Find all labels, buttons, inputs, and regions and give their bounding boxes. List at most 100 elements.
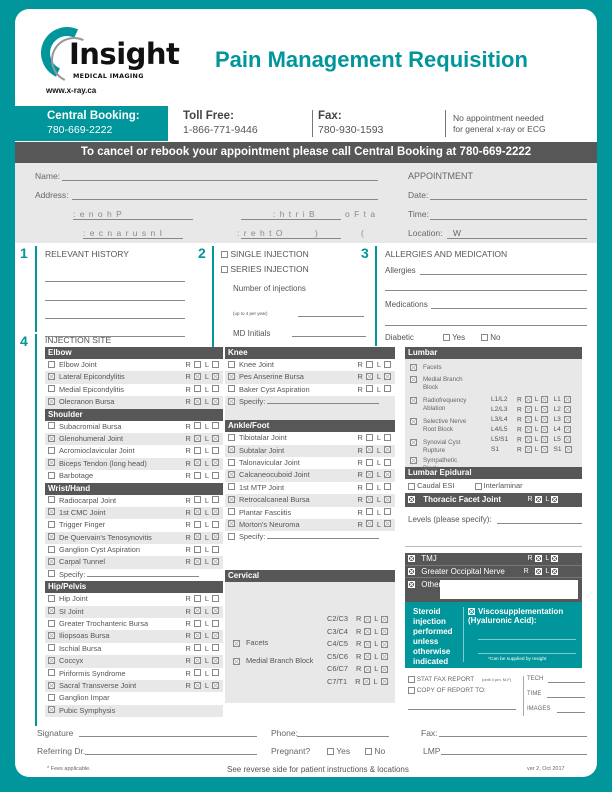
left-checkbox[interactable] bbox=[212, 508, 219, 516]
lumbar-option-checkbox[interactable] bbox=[410, 439, 417, 446]
right-checkbox[interactable] bbox=[365, 372, 373, 380]
right-checkbox[interactable] bbox=[193, 607, 201, 615]
lumbar-left-checkbox[interactable] bbox=[541, 436, 549, 443]
injection-site-row[interactable]: Lateral Epicondylitis R L bbox=[45, 371, 223, 384]
left-checkbox[interactable] bbox=[212, 397, 219, 405]
nerve-root-checkbox[interactable] bbox=[563, 416, 571, 423]
site-checkbox[interactable] bbox=[48, 631, 55, 639]
site-checkbox[interactable] bbox=[48, 706, 55, 714]
lumbar-option-checkbox[interactable] bbox=[410, 397, 417, 404]
signature-field[interactable] bbox=[79, 736, 257, 737]
left-checkbox[interactable] bbox=[384, 508, 391, 516]
site-checkbox[interactable] bbox=[228, 385, 235, 393]
injection-site-row[interactable]: De Quervain's Tenosynovitis R L bbox=[45, 531, 223, 545]
injection-site-row[interactable]: Ganglion Cyst Aspiration R L bbox=[45, 544, 223, 556]
left-checkbox[interactable] bbox=[384, 446, 391, 454]
interlaminar-checkbox[interactable] bbox=[474, 482, 482, 490]
medications-field[interactable] bbox=[431, 308, 587, 309]
cervical-left-checkbox[interactable] bbox=[381, 665, 389, 673]
left-checkbox[interactable] bbox=[384, 458, 391, 466]
left-checkbox[interactable] bbox=[212, 619, 219, 627]
right-checkbox[interactable] bbox=[365, 360, 373, 368]
visco-checkbox[interactable] bbox=[468, 608, 475, 616]
lumbar-option[interactable]: Facets bbox=[410, 364, 470, 372]
site-checkbox[interactable] bbox=[48, 471, 55, 479]
left-checkbox[interactable] bbox=[212, 533, 219, 541]
injection-site-row[interactable]: Calcaneocuboid Joint R L bbox=[225, 469, 395, 482]
left-checkbox[interactable] bbox=[212, 594, 219, 602]
injection-site-row[interactable]: Hip Joint R L bbox=[45, 593, 223, 605]
injection-site-row[interactable]: Baker Cyst Aspiration R L bbox=[225, 384, 395, 396]
site-checkbox[interactable] bbox=[228, 360, 235, 368]
left-checkbox[interactable] bbox=[384, 520, 391, 528]
cervical-right-checkbox[interactable] bbox=[364, 615, 372, 623]
left-checkbox[interactable] bbox=[384, 360, 391, 368]
images-field[interactable] bbox=[557, 712, 585, 713]
site-checkbox[interactable] bbox=[48, 681, 55, 689]
site-checkbox[interactable] bbox=[228, 520, 235, 528]
injection-site-row[interactable]: Sacral Transverse Joint R L bbox=[45, 679, 223, 693]
phone-field[interactable] bbox=[73, 219, 193, 220]
injection-site-row[interactable]: Subacromial Bursa R L bbox=[45, 421, 223, 433]
nerve-root-checkbox[interactable] bbox=[563, 426, 571, 433]
lumbar-right-checkbox[interactable] bbox=[524, 446, 532, 453]
pregnant-no-option[interactable]: No bbox=[365, 746, 385, 756]
left-checkbox[interactable] bbox=[212, 545, 219, 553]
left-checkbox[interactable] bbox=[212, 446, 219, 454]
injection-site-row[interactable]: Acromioclavicular Joint R L bbox=[45, 445, 223, 457]
lumbar-option[interactable]: Synovial Cyst Rupture bbox=[410, 439, 470, 455]
left-checkbox[interactable] bbox=[212, 385, 219, 393]
cervical-left-checkbox[interactable] bbox=[380, 678, 388, 686]
single-injection-checkbox[interactable] bbox=[221, 251, 228, 259]
left-checkbox[interactable] bbox=[384, 495, 391, 503]
left-checkbox[interactable] bbox=[212, 669, 219, 677]
right-checkbox[interactable] bbox=[193, 496, 201, 504]
right-checkbox[interactable] bbox=[193, 669, 201, 677]
lumbar-option[interactable]: Sympathetic Block bbox=[410, 457, 470, 473]
lumbar-left-checkbox[interactable] bbox=[541, 416, 549, 423]
right-checkbox[interactable] bbox=[365, 385, 373, 393]
specify-field[interactable] bbox=[267, 531, 380, 540]
cervical-right-checkbox[interactable] bbox=[364, 628, 372, 636]
other-input[interactable] bbox=[440, 580, 578, 599]
diabetic-yes-option[interactable]: Yes bbox=[443, 333, 465, 342]
right-checkbox[interactable] bbox=[365, 483, 373, 491]
right-checkbox[interactable] bbox=[365, 446, 373, 454]
site-checkbox[interactable] bbox=[48, 656, 55, 664]
interlaminar-option[interactable]: Interlaminar bbox=[474, 481, 523, 490]
copy-report-checkbox[interactable] bbox=[408, 687, 415, 694]
injection-site-row[interactable]: Plantar Fasciitis R L bbox=[225, 507, 395, 519]
copy-report-field[interactable] bbox=[408, 709, 516, 710]
site-checkbox[interactable] bbox=[228, 483, 235, 491]
other-checkbox[interactable] bbox=[408, 581, 415, 589]
injection-site-row[interactable]: Radiocarpal Joint R L bbox=[45, 495, 223, 507]
lumbar-option[interactable]: Medial Branch Block bbox=[410, 376, 470, 392]
name-field[interactable] bbox=[62, 180, 378, 181]
site-checkbox[interactable] bbox=[228, 433, 235, 441]
left-checkbox[interactable] bbox=[384, 470, 391, 478]
lumbar-option[interactable]: Selective Nerve Root Block bbox=[410, 418, 470, 434]
right-checkbox[interactable] bbox=[193, 656, 201, 664]
injection-site-row[interactable]: Greater Trochanteric Bursa R L bbox=[45, 618, 223, 630]
insurance-field[interactable] bbox=[83, 238, 183, 239]
lumbar-left-checkbox[interactable] bbox=[541, 396, 549, 403]
injection-site-row[interactable]: Specify: bbox=[225, 531, 395, 543]
right-checkbox[interactable] bbox=[193, 385, 201, 393]
injection-site-row[interactable]: Talonavicular Joint R L bbox=[225, 457, 395, 469]
cervical-right-checkbox[interactable] bbox=[363, 678, 371, 686]
copy-report-option[interactable]: COPY OF REPORT TO: bbox=[408, 687, 486, 694]
md-initials-field[interactable] bbox=[292, 336, 366, 337]
left-checkbox[interactable] bbox=[212, 656, 219, 664]
cervical-option[interactable]: Medial Branch Block bbox=[233, 656, 313, 665]
visco-line-1[interactable] bbox=[478, 639, 576, 640]
site-checkbox[interactable] bbox=[48, 619, 55, 627]
right-checkbox[interactable] bbox=[365, 520, 373, 528]
site-checkbox[interactable] bbox=[48, 422, 55, 430]
right-checkbox[interactable] bbox=[193, 558, 201, 566]
left-checkbox[interactable] bbox=[212, 434, 219, 442]
injection-site-row[interactable]: Pes Anserine Bursa R L bbox=[225, 371, 395, 384]
referring-phone-field[interactable] bbox=[297, 736, 389, 737]
time-field[interactable] bbox=[547, 697, 585, 698]
right-checkbox[interactable] bbox=[365, 458, 373, 466]
injection-site-row[interactable]: Piriformis Syndrome R L bbox=[45, 668, 223, 680]
